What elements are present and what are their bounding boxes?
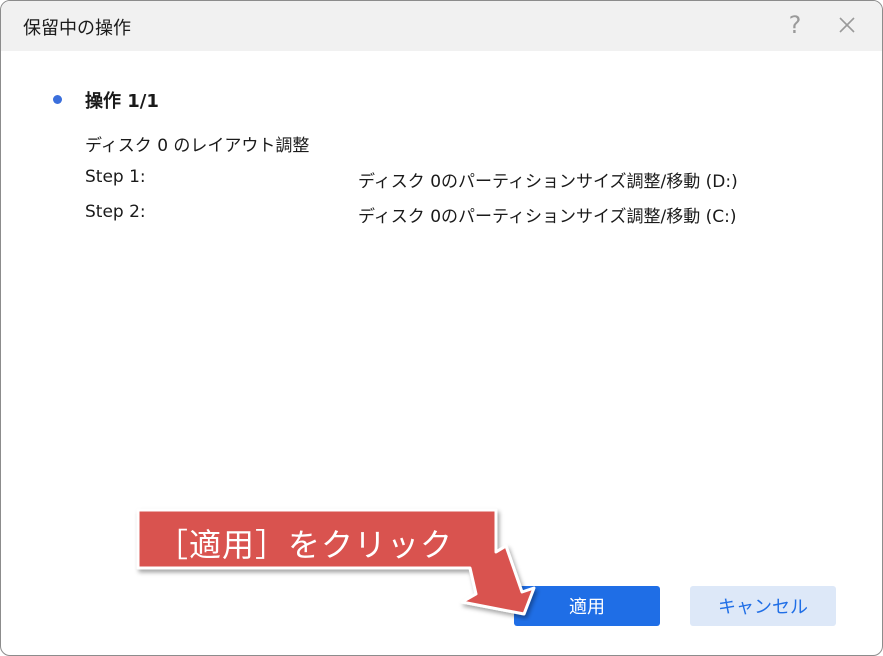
- help-icon[interactable]: ?: [781, 11, 809, 39]
- click-apply-callout: ［適用］をクリック: [134, 506, 554, 621]
- pending-operations-dialog: 保留中の操作 ? 操作 1/1 ディスク 0 のレイアウト調整 Step 1: …: [0, 0, 883, 656]
- cancel-button[interactable]: キャンセル: [690, 586, 836, 626]
- operation-bullet-icon: [53, 95, 62, 104]
- step-value: ディスク 0のパーティションサイズ調整/移動 (D:): [358, 172, 738, 192]
- close-icon[interactable]: [833, 11, 861, 39]
- step-value: ディスク 0のパーティションサイズ調整/移動 (C:): [358, 207, 737, 227]
- operation-description: ディスク 0 のレイアウト調整: [85, 136, 310, 156]
- step-label: Step 2:: [85, 202, 146, 222]
- operation-heading: 操作 1/1: [85, 91, 159, 112]
- dialog-title: 保留中の操作: [23, 18, 131, 39]
- callout-text: ［適用］をクリック: [156, 526, 454, 564]
- title-bar: 保留中の操作 ?: [1, 1, 882, 51]
- step-label: Step 1:: [85, 167, 146, 187]
